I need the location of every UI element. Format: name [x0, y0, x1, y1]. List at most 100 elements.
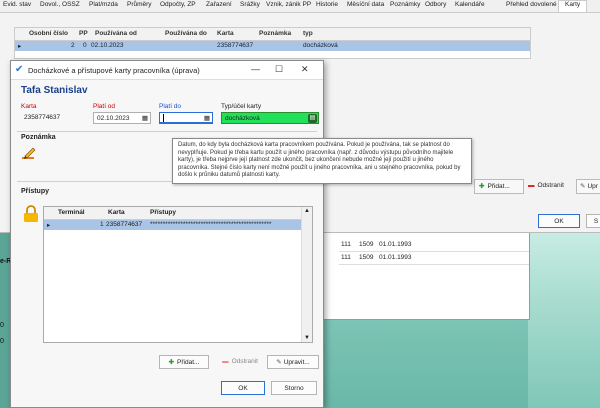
note-edit-icon[interactable] — [21, 145, 37, 161]
minimize-icon[interactable]: — — [251, 64, 260, 74]
col-header[interactable]: PP — [79, 30, 88, 37]
tab-plat[interactable]: Plat/mzda — [89, 1, 118, 8]
tab-odpocty[interactable]: Odpočty, ZP — [160, 1, 196, 8]
button-label: Přidat... — [177, 359, 200, 366]
plati-do-field[interactable]: ▦ — [159, 112, 213, 124]
col-header[interactable]: Karta — [108, 209, 125, 216]
button-label: Odstranit — [231, 358, 258, 365]
tab-poznamky[interactable]: Poznámky — [390, 1, 420, 8]
tab-prehled-dovolene[interactable]: Přehled dovolené — [506, 1, 557, 8]
tab-dovol[interactable]: Dovol., OSSZ — [40, 1, 80, 8]
main-cancel-button[interactable]: S — [586, 214, 600, 228]
cell-typ: docházková — [303, 42, 338, 49]
minus-icon: ▬ — [222, 358, 229, 365]
tab-kalendare[interactable]: Kalendáře — [455, 1, 485, 8]
tab-zarazeni[interactable]: Zařazení — [206, 1, 232, 8]
col-header[interactable]: Používána od — [95, 30, 137, 37]
table-row[interactable]: 111 1509 01.01.1993 — [339, 252, 529, 265]
cell-karta: 2358774637 — [217, 42, 254, 49]
plus-icon: ✚ — [168, 359, 175, 366]
scroll-up-icon[interactable]: ▲ — [304, 208, 310, 214]
edit-access-button[interactable]: ✎ Upravit... — [267, 355, 319, 369]
maximize-icon[interactable]: ☐ — [275, 64, 283, 75]
row-indicator: ▸ — [47, 222, 51, 229]
col-header[interactable]: Poznámka — [259, 30, 291, 37]
cell: 01.01.1993 — [379, 254, 412, 261]
poznamka-label: Poznámka — [21, 134, 56, 141]
ok-button[interactable]: OK — [221, 381, 265, 395]
tab-mesicni[interactable]: Měsíční data — [347, 1, 384, 8]
tab-prumery[interactable]: Průměry — [127, 1, 152, 8]
pencil-icon: ✎ — [276, 359, 282, 366]
tab-historie[interactable]: Historie — [316, 1, 338, 8]
plati-od-field[interactable]: 02.10.2023 ▦ — [93, 112, 151, 124]
cell-pp: 0 — [83, 42, 87, 49]
table-row[interactable]: ▸ 2 0 02.10.2023 2358774637 docházková — [15, 41, 530, 51]
tab-srazky[interactable]: Srážky — [240, 1, 260, 8]
tab-evid-stav[interactable]: Evid. stav — [3, 1, 31, 8]
grid-header: Osobní číslo PP Používána od Používána d… — [15, 28, 530, 41]
cell-osobni: 2 — [71, 42, 75, 49]
text-caret — [163, 114, 164, 122]
table-row[interactable]: ▸ 1 2358774637 *************************… — [44, 220, 301, 230]
button-label: Přidat... — [487, 183, 510, 190]
pencil-icon: ✎ — [580, 183, 586, 190]
edit-card-button[interactable]: ✎ Upr — [576, 179, 600, 194]
dialog-title: Docházkové a přístupové karty pracovníka… — [28, 66, 200, 75]
cell-pristupy: ****************************************… — [150, 221, 272, 228]
col-header[interactable]: Osobní číslo — [29, 30, 68, 37]
lock-icon — [23, 205, 39, 223]
cell: 1509 — [359, 241, 374, 248]
close-icon[interactable]: ✕ — [301, 64, 309, 75]
tab-vznik[interactable]: Vznik, zánik PP — [266, 1, 311, 8]
plati-do-tooltip: Datum, do kdy byla docházková karta prac… — [172, 138, 472, 184]
divider — [17, 131, 317, 132]
cell: 111 — [341, 254, 351, 261]
employee-name: Tafa Stanislav — [21, 85, 88, 96]
table-row[interactable]: 111 1509 01.01.1993 — [339, 239, 529, 252]
minus-icon: ▬ — [528, 182, 535, 189]
cell: 01.01.1993 — [379, 241, 412, 248]
row-indicator: ▸ — [18, 43, 22, 50]
typ-field[interactable]: docházková ▤ — [221, 112, 319, 124]
col-header[interactable]: Terminál — [58, 209, 85, 216]
plati-od-label: Platí od — [93, 103, 116, 110]
remove-access-button[interactable]: ▬ Odstranit — [215, 355, 265, 369]
plati-od-value: 02.10.2023 — [97, 115, 130, 122]
add-card-button[interactable]: ✚ Přidat... — [474, 179, 524, 194]
access-grid: Terminál Karta Přístupy ▸ 1 2358774637 *… — [43, 206, 313, 343]
typ-value: docházková — [225, 115, 260, 122]
col-header[interactable]: Používána do — [165, 30, 207, 37]
tab-odbory[interactable]: Odbory — [425, 1, 446, 8]
storno-button[interactable]: Storno — [271, 381, 317, 395]
col-header[interactable]: Přístupy — [150, 209, 176, 216]
button-label: Upravit... — [283, 359, 310, 366]
main-ok-button[interactable]: OK — [538, 214, 580, 228]
col-header[interactable]: typ — [303, 30, 313, 37]
col-header[interactable]: Karta — [217, 30, 234, 37]
cell-terminal: 1 — [100, 221, 104, 228]
scroll-down-icon[interactable]: ▼ — [304, 335, 310, 341]
karta-label: Karta — [21, 103, 37, 110]
karta-field[interactable]: 2358774637 — [21, 112, 81, 124]
tab-karty[interactable]: Karty — [558, 0, 588, 12]
cell: 1509 — [359, 254, 374, 261]
plus-icon: ✚ — [479, 183, 485, 190]
tab-bar: Evid. stav Dovol., OSSZ Plat/mzda Průměr… — [0, 0, 600, 13]
cell-od: 02.10.2023 — [91, 42, 124, 49]
calendar-icon[interactable]: ▦ — [142, 113, 148, 123]
cell: 111 — [341, 241, 351, 248]
pristupy-label: Přístupy — [21, 188, 50, 195]
vertical-scrollbar[interactable]: ▲ ▼ — [301, 207, 312, 342]
calendar-icon[interactable]: ▦ — [204, 113, 210, 122]
background-window: 111 1509 01.01.1993 111 1509 01.01.1993 — [318, 232, 530, 320]
checkmark-icon: ✔ — [15, 64, 24, 75]
add-access-button[interactable]: ✚ Přidat... — [159, 355, 209, 369]
button-label: Upr — [587, 183, 598, 190]
remove-card-button[interactable]: ▬ Odstranit — [528, 179, 570, 192]
lookup-icon[interactable]: ▤ — [308, 114, 317, 123]
left-label: 0 — [0, 322, 4, 329]
cell-karta: 2358774637 — [106, 221, 143, 228]
desktop-wallpaper — [528, 232, 600, 408]
dialog-titlebar: ✔ Docházkové a přístupové karty pracovní… — [11, 61, 323, 80]
